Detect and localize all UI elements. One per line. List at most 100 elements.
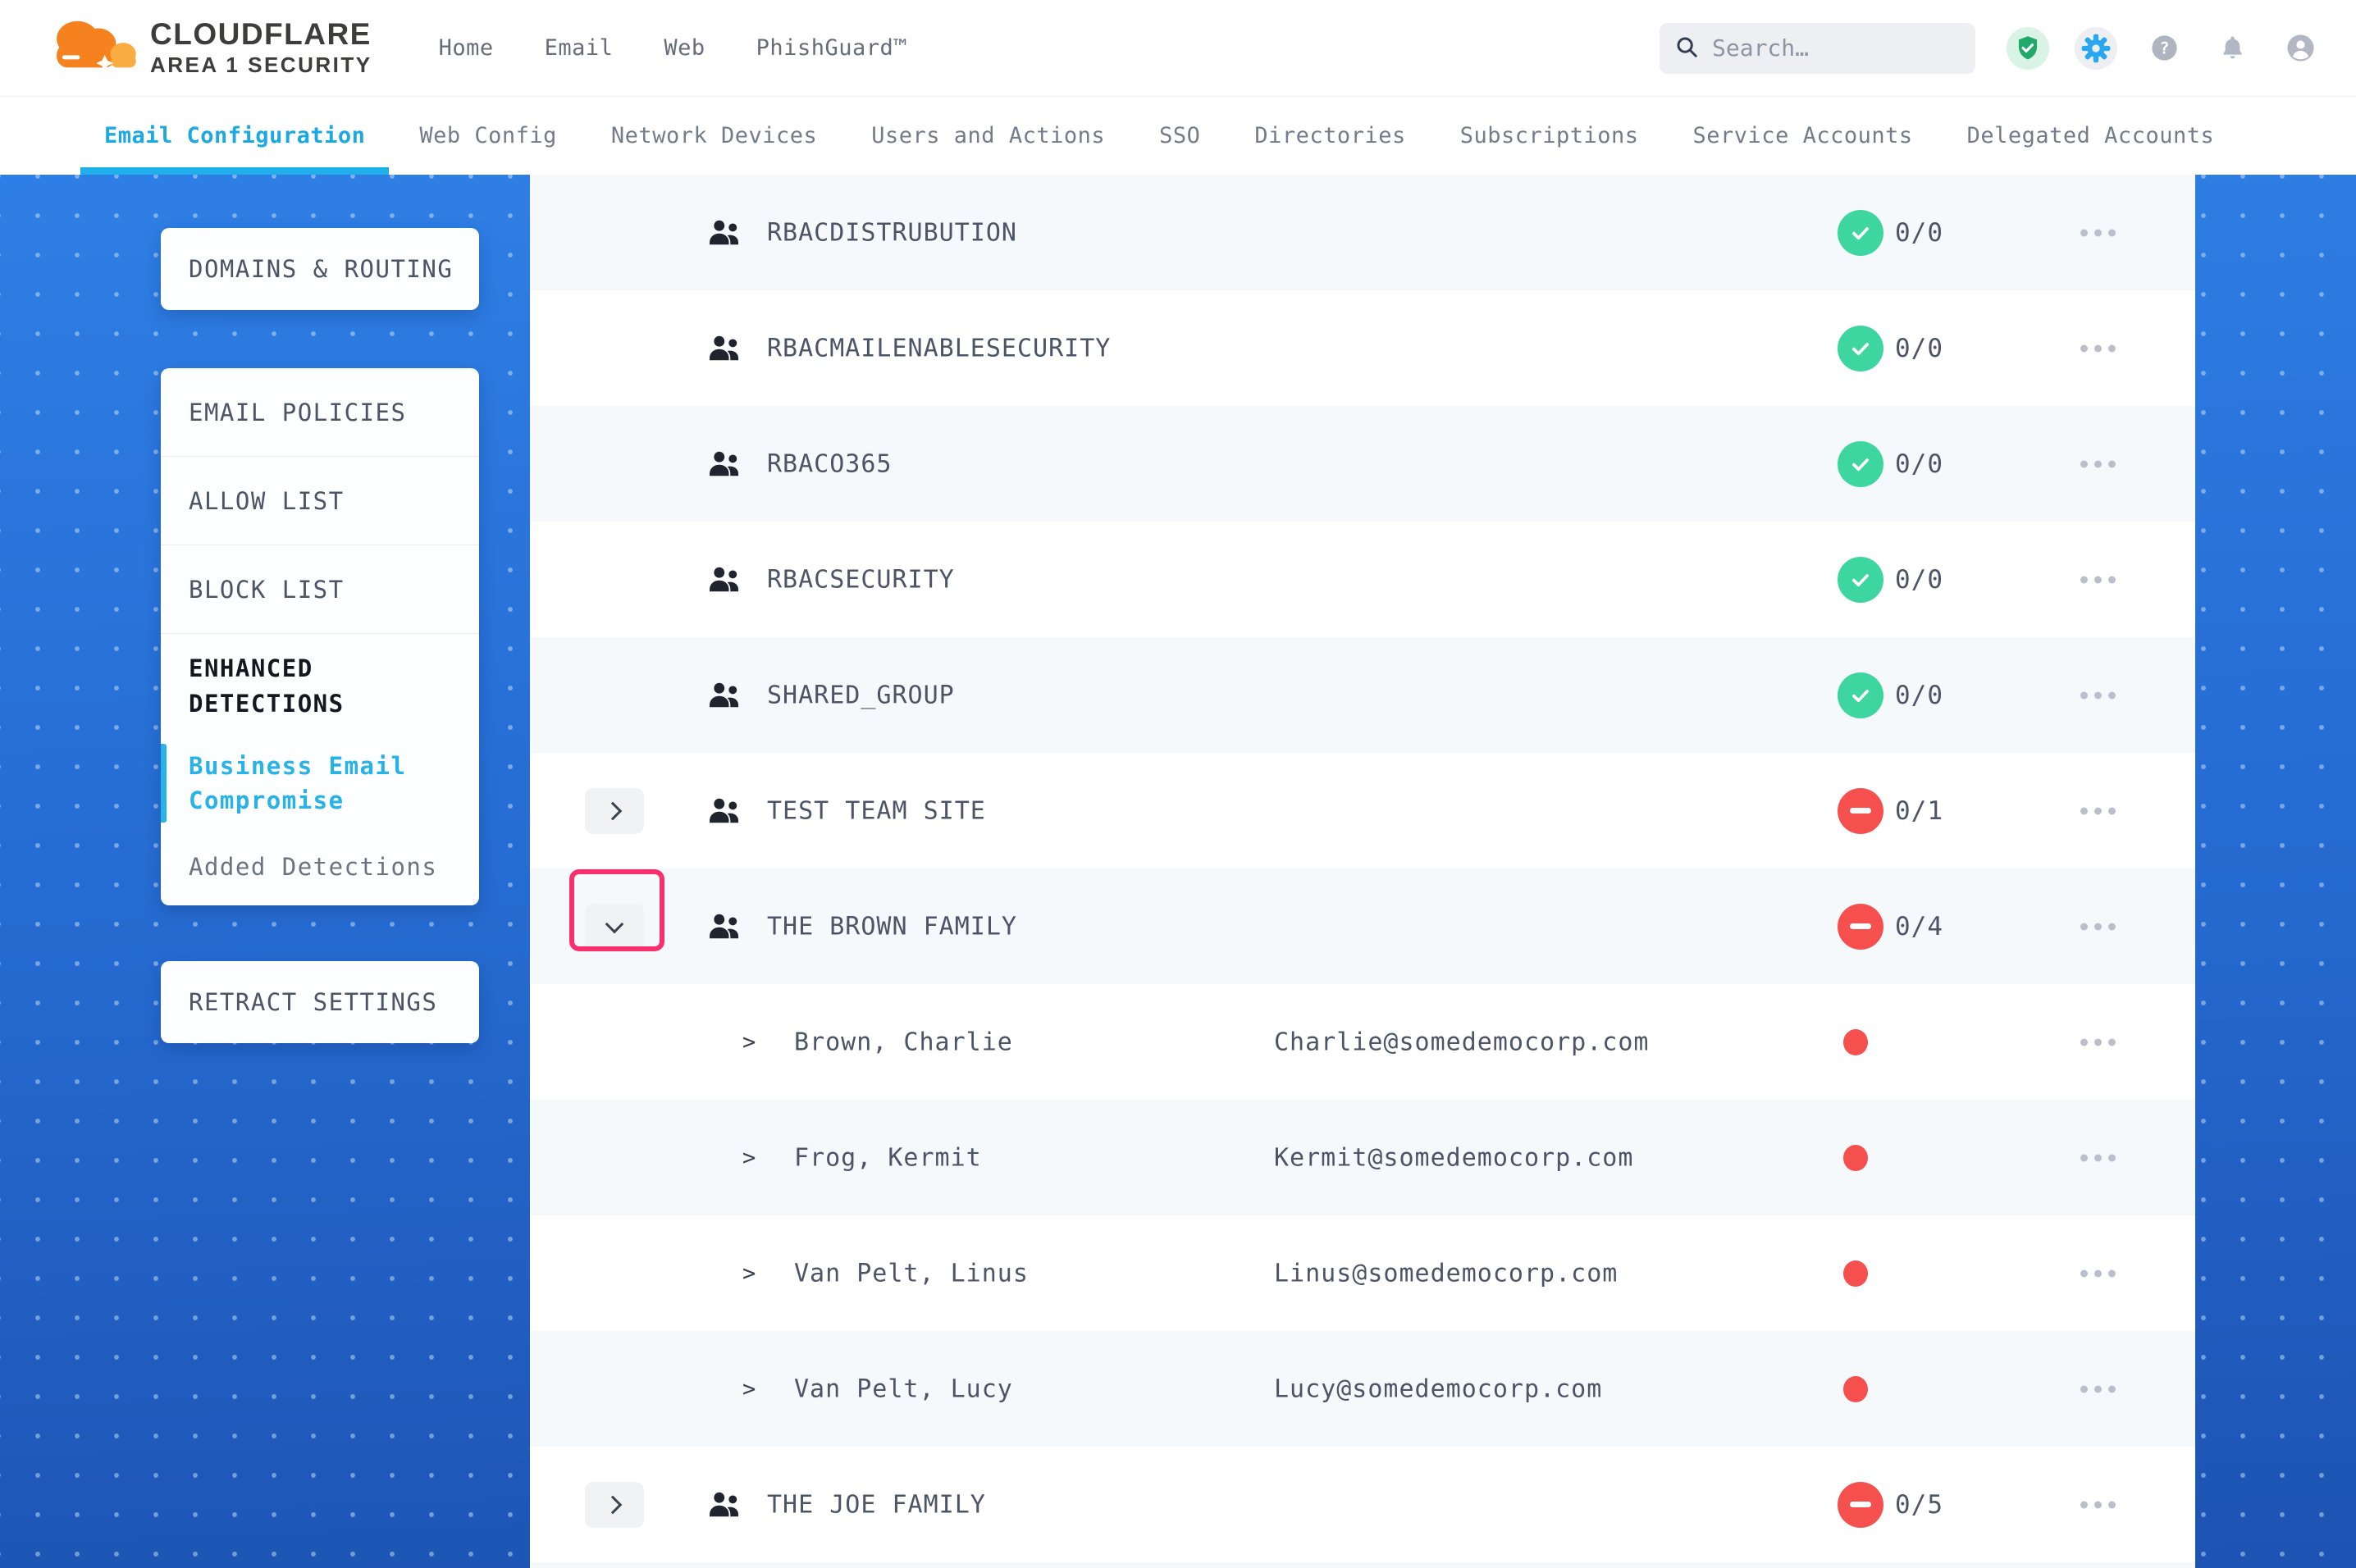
primary-nav: Home Email Web PhishGuard™ (413, 35, 933, 61)
retract-settings-label: RETRACT SETTINGS (161, 988, 437, 1016)
tab-service-accounts[interactable]: Service Accounts (1666, 97, 1940, 175)
member-row: > Van Pelt, Lucy Lucy@somedemocorp.com (530, 1331, 2195, 1447)
row-menu-button[interactable] (2072, 1493, 2124, 1516)
member-name: Van Pelt, Linus (794, 1259, 1029, 1288)
active-item-indicator (161, 744, 167, 823)
expand-group-button[interactable] (585, 1482, 644, 1528)
row-menu-button[interactable] (2072, 1261, 2124, 1285)
status-blocked-badge (1838, 788, 1883, 834)
search-box[interactable] (1660, 23, 1975, 74)
member-status-dot (1843, 1029, 1868, 1055)
member-status-dot (1843, 1145, 1868, 1171)
tab-network-devices[interactable]: Network Devices (584, 97, 844, 175)
row-menu-button[interactable] (2072, 683, 2124, 707)
member-email: Lucy@somedemocorp.com (1274, 1374, 1602, 1403)
member-email: Kermit@somedemocorp.com (1274, 1143, 1633, 1172)
domains-routing-label: DOMAINS & ROUTING (161, 255, 453, 283)
search-icon (1674, 34, 1699, 62)
sidebar-item-allow-list[interactable]: ALLOW LIST (161, 457, 479, 545)
tab-sso[interactable]: SSO (1132, 97, 1227, 175)
cloudflare-logo[interactable]: CLOUDFLARE AREA 1 SECURITY (45, 13, 372, 84)
row-menu-button[interactable] (2072, 799, 2124, 823)
group-name: TEST TEAM SITE (767, 796, 986, 825)
nav-phishguard[interactable]: PhishGuard™ (731, 35, 933, 61)
workspace-background: DOMAINS & ROUTING EMAIL POLICIES ALLOW L… (0, 175, 2356, 1568)
group-name: SHARED_GROUP (767, 681, 955, 709)
status-ok-badge (1838, 441, 1883, 487)
tab-users-and-actions[interactable]: Users and Actions (844, 97, 1132, 175)
help-icon[interactable]: ? (2143, 27, 2185, 70)
sidebar-section-enhanced-detections: ENHANCED DETECTIONS (161, 634, 479, 738)
search-input[interactable] (1710, 34, 1969, 62)
group-count: 0/0 (1895, 218, 1943, 248)
member-email: Charlie@somedemocorp.com (1274, 1028, 1649, 1056)
row-menu-button[interactable] (2072, 452, 2124, 476)
status-ok-badge (1838, 210, 1883, 256)
group-count: 0/5 (1895, 1490, 1943, 1520)
annotation-highlight-box (569, 869, 664, 951)
group-people-icon (706, 680, 742, 711)
member-row: > Van Pelt, Linus Linus@somedemocorp.com (530, 1215, 2195, 1331)
member-chevron-right-icon[interactable]: > (742, 1260, 756, 1286)
sidebar-item-domains-routing[interactable]: DOMAINS & ROUTING (161, 228, 479, 310)
sidebar-item-added-detections[interactable]: Added Detections (161, 828, 479, 905)
nav-email[interactable]: Email (519, 35, 639, 61)
notifications-bell-icon[interactable] (2211, 27, 2253, 70)
row-menu-button[interactable] (2072, 221, 2124, 244)
partial-next-row (530, 1562, 2195, 1568)
row-menu-button[interactable] (2072, 567, 2124, 591)
group-row: RBACDISTRUBUTION 0/0 (530, 175, 2195, 290)
group-people-icon (706, 911, 742, 942)
logo-subtitle: AREA 1 SECURITY (150, 54, 372, 76)
group-name: THE JOE FAMILY (767, 1490, 986, 1519)
status-blocked-badge (1838, 1482, 1883, 1528)
account-icon[interactable] (2279, 27, 2322, 70)
group-count: 0/0 (1895, 449, 1943, 479)
member-chevron-right-icon[interactable]: > (742, 1145, 756, 1170)
sidebar-item-business-email-compromise[interactable]: Business Email Compromise (161, 738, 479, 828)
nav-web[interactable]: Web (638, 35, 730, 61)
group-row: THE BROWN FAMILY 0/4 (530, 868, 2195, 984)
group-count: 0/0 (1895, 681, 1943, 710)
tab-directories[interactable]: Directories (1227, 97, 1432, 175)
expand-group-button[interactable] (585, 788, 644, 834)
sidebar-item-retract-settings[interactable]: RETRACT SETTINGS (161, 961, 479, 1043)
group-table: RBACDISTRUBUTION 0/0 RBACMAILENABLESECUR… (530, 175, 2195, 1568)
group-name: RBACO365 (767, 449, 893, 478)
tab-subscriptions[interactable]: Subscriptions (1433, 97, 1666, 175)
chevron-right-icon (604, 801, 623, 820)
group-people-icon (706, 564, 742, 595)
row-menu-button[interactable] (2072, 1146, 2124, 1169)
member-row: > Brown, Charlie Charlie@somedemocorp.co… (530, 984, 2195, 1100)
member-chevron-right-icon[interactable]: > (742, 1029, 756, 1055)
sidebar-item-email-policies[interactable]: EMAIL POLICIES (161, 368, 479, 457)
email-policies-card: EMAIL POLICIES ALLOW LIST BLOCK LIST ENH… (161, 368, 479, 905)
member-status-dot (1843, 1376, 1868, 1402)
row-menu-button[interactable] (2072, 1030, 2124, 1054)
group-name: THE BROWN FAMILY (767, 912, 1017, 941)
member-name: Van Pelt, Lucy (794, 1374, 1013, 1403)
row-menu-button[interactable] (2072, 914, 2124, 938)
status-ok-badge (1838, 672, 1883, 718)
settings-tab-bar: Email Configuration Web Config Network D… (0, 97, 2356, 175)
shield-check-icon[interactable] (2007, 27, 2049, 70)
status-blocked-badge (1838, 904, 1883, 950)
top-right-cluster: ? (1660, 23, 2322, 74)
settings-gear-icon[interactable] (2075, 27, 2117, 70)
tab-email-configuration[interactable]: Email Configuration (77, 97, 392, 175)
tab-web-config[interactable]: Web Config (392, 97, 584, 175)
group-row: RBACO365 0/0 (530, 406, 2195, 522)
nav-home[interactable]: Home (413, 35, 519, 61)
row-menu-button[interactable] (2072, 1377, 2124, 1401)
group-row: TEST TEAM SITE 0/1 (530, 753, 2195, 868)
member-row: > Frog, Kermit Kermit@somedemocorp.com (530, 1100, 2195, 1215)
tab-delegated-accounts[interactable]: Delegated Accounts (1940, 97, 2242, 175)
app-window: CLOUDFLARE AREA 1 SECURITY Home Email We… (0, 0, 2356, 1568)
member-name: Brown, Charlie (794, 1028, 1013, 1056)
group-row: RBACMAILENABLESECURITY 0/0 (530, 290, 2195, 406)
row-menu-button[interactable] (2072, 336, 2124, 360)
status-ok-badge (1838, 326, 1883, 371)
group-name: RBACDISTRUBUTION (767, 218, 1017, 247)
sidebar-item-block-list[interactable]: BLOCK LIST (161, 545, 479, 634)
member-chevron-right-icon[interactable]: > (742, 1376, 756, 1402)
